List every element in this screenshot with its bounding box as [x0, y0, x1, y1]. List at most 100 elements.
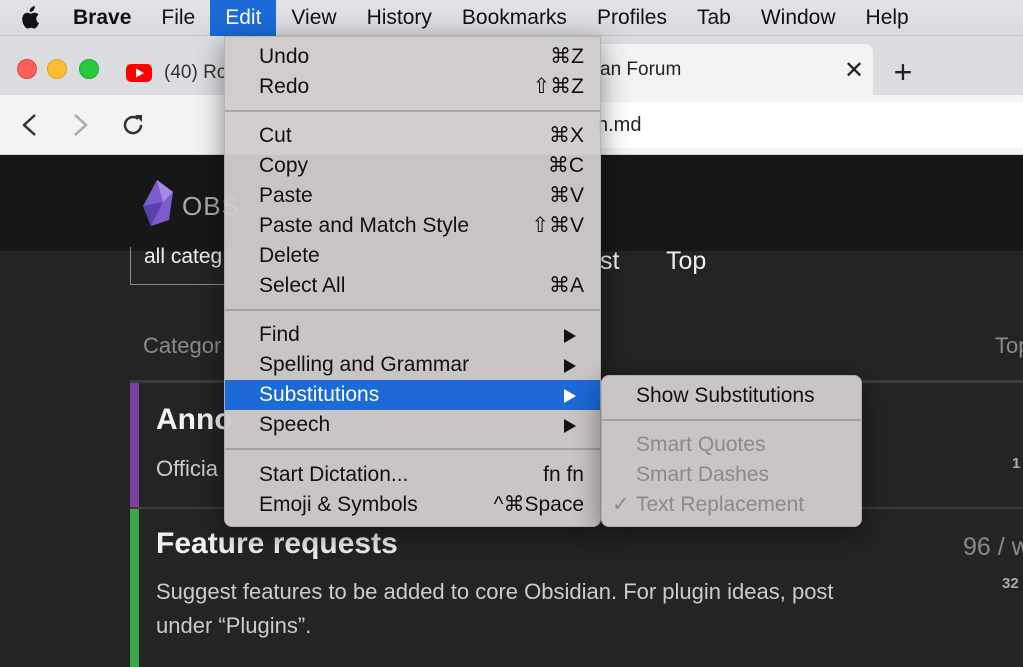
- menu-separator: [225, 448, 600, 450]
- menu-item-shortcut: fn fn: [543, 463, 584, 486]
- menu-window[interactable]: Window: [746, 0, 851, 36]
- menu-item-label: Paste and Match Style: [259, 214, 470, 237]
- menu-item-shortcut: ⇧⌘V: [531, 214, 584, 237]
- menu-bookmarks[interactable]: Bookmarks: [447, 0, 582, 36]
- substitutions-submenu: Show Substitutions Smart Quotes Smart Da…: [601, 375, 862, 527]
- topic-count-secondary: 32: [1002, 575, 1019, 592]
- menu-item-text-replacement: ✓ Text Replacement: [606, 490, 857, 520]
- category-title[interactable]: Anno: [156, 403, 233, 437]
- url-bar[interactable]: n.md: [560, 102, 1023, 148]
- menu-item-label: Cut: [259, 124, 292, 147]
- menu-item-paste[interactable]: Paste ⌘V: [229, 181, 596, 211]
- menu-item-copy[interactable]: Copy ⌘C: [229, 151, 596, 181]
- close-icon[interactable]: ✕: [844, 56, 864, 85]
- menu-item-undo[interactable]: Undo ⌘Z: [229, 42, 596, 72]
- menu-item-label: Smart Dashes: [636, 463, 770, 486]
- menu-item-select-all[interactable]: Select All ⌘A: [229, 271, 596, 301]
- menu-item-label: Copy: [259, 154, 309, 177]
- menu-item-paste-match-style[interactable]: Paste and Match Style ⇧⌘V: [229, 211, 596, 241]
- topic-count: 96 / w: [963, 533, 1023, 561]
- edit-menu: Undo ⌘Z Redo ⇧⌘Z Cut ⌘X Copy ⌘C Paste ⌘V…: [224, 36, 601, 527]
- nav-top[interactable]: Top: [666, 247, 706, 276]
- menu-item-shortcut: ⇧⌘Z: [532, 75, 584, 98]
- menu-edit[interactable]: Edit: [210, 0, 277, 36]
- submenu-arrow-icon: [564, 359, 576, 373]
- menu-item-cut[interactable]: Cut ⌘X: [229, 121, 596, 151]
- submenu-arrow-icon: [564, 389, 576, 403]
- url-text: n.md: [597, 114, 642, 136]
- menu-item-smart-quotes: Smart Quotes: [606, 430, 857, 460]
- menu-item-shortcut: ⌘C: [547, 154, 584, 177]
- menu-item-shortcut: ⌘V: [548, 184, 584, 207]
- tab-youtube[interactable]: (40) Ro: [120, 56, 228, 90]
- category-filter-value: all categ: [144, 245, 223, 268]
- apple-logo-icon: [22, 5, 39, 29]
- menu-item-label: Find: [259, 323, 300, 346]
- menu-item-smart-dashes: Smart Dashes: [606, 460, 857, 490]
- window-minimize-button[interactable]: [47, 59, 67, 79]
- submenu-arrow-icon: [564, 419, 576, 433]
- menu-item-label: Smart Quotes: [636, 433, 766, 456]
- window-close-button[interactable]: [17, 59, 37, 79]
- tab-active[interactable]: an Forum ✕: [560, 44, 873, 95]
- column-header-topics: Top: [995, 333, 1023, 358]
- category-title[interactable]: Feature requests: [156, 527, 398, 561]
- new-tab-button[interactable]: +: [888, 56, 918, 90]
- column-header-category: Categor: [143, 333, 222, 358]
- youtube-icon: [126, 64, 152, 82]
- menu-item-label: Spelling and Grammar: [259, 353, 470, 376]
- menu-help[interactable]: Help: [851, 0, 924, 36]
- menu-brave[interactable]: Brave: [58, 0, 146, 36]
- menu-item-label: Start Dictation...: [259, 463, 409, 486]
- menu-tab[interactable]: Tab: [682, 0, 746, 36]
- nav-latest[interactable]: st: [600, 247, 619, 276]
- category-color-bar: [130, 383, 139, 507]
- menu-history[interactable]: History: [352, 0, 447, 36]
- menu-item-substitutions[interactable]: Substitutions: [225, 380, 600, 410]
- checkmark-icon: ✓: [612, 493, 630, 516]
- menu-separator: [602, 419, 861, 421]
- category-row-feature-requests[interactable]: Feature requests Suggest features to be …: [130, 509, 1023, 667]
- menu-item-label: Select All: [259, 274, 346, 297]
- menu-file[interactable]: File: [146, 0, 210, 36]
- menu-item-speech[interactable]: Speech: [229, 410, 596, 440]
- back-arrow-icon[interactable]: [20, 113, 40, 137]
- menu-item-label: Substitutions: [259, 383, 380, 406]
- menu-profiles[interactable]: Profiles: [582, 0, 682, 36]
- category-description-line1: Suggest features to be added to core Obs…: [156, 579, 834, 604]
- menu-item-shortcut: ⌘A: [548, 274, 584, 297]
- menu-item-delete[interactable]: Delete: [229, 241, 596, 271]
- menu-item-label: Delete: [259, 244, 320, 267]
- category-description-line2: under “Plugins”.: [156, 613, 312, 638]
- menu-item-show-substitutions[interactable]: Show Substitutions: [606, 381, 857, 411]
- menu-item-label: Redo: [259, 75, 310, 98]
- tab-youtube-title: (40) Ro: [164, 62, 228, 83]
- menu-item-label: Speech: [259, 413, 331, 436]
- category-description: Officia: [156, 456, 218, 481]
- menu-separator: [225, 110, 600, 112]
- category-filter-select[interactable]: all categ: [130, 245, 230, 285]
- menu-item-redo[interactable]: Redo ⇧⌘Z: [229, 72, 596, 102]
- menu-item-spelling-grammar[interactable]: Spelling and Grammar: [229, 350, 596, 380]
- menu-item-label: Undo: [259, 45, 310, 68]
- menu-item-label: Paste: [259, 184, 313, 207]
- submenu-arrow-icon: [564, 329, 576, 343]
- forward-arrow-icon[interactable]: [70, 113, 90, 137]
- menu-separator: [225, 309, 600, 311]
- menu-item-shortcut: ⌘X: [548, 124, 584, 147]
- macos-menubar: Brave File Edit View History Bookmarks P…: [0, 0, 1023, 36]
- menu-item-start-dictation[interactable]: Start Dictation... fn fn: [229, 460, 596, 490]
- window-zoom-button[interactable]: [79, 59, 99, 79]
- menu-view[interactable]: View: [276, 0, 351, 36]
- menu-item-shortcut: ⌘Z: [550, 45, 584, 68]
- menu-item-label: Emoji & Symbols: [259, 493, 418, 516]
- topic-count: 1: [1012, 455, 1021, 472]
- menu-item-label: Show Substitutions: [636, 384, 815, 407]
- tab-active-title: an Forum: [600, 59, 682, 80]
- menu-item-emoji-symbols[interactable]: Emoji & Symbols ^⌘Space: [229, 490, 596, 520]
- menu-item-shortcut: ^⌘Space: [493, 493, 584, 516]
- reload-icon[interactable]: [120, 112, 146, 138]
- apple-icon[interactable]: [0, 0, 58, 36]
- menu-item-find[interactable]: Find: [229, 320, 596, 350]
- obsidian-logo-icon[interactable]: [143, 180, 175, 226]
